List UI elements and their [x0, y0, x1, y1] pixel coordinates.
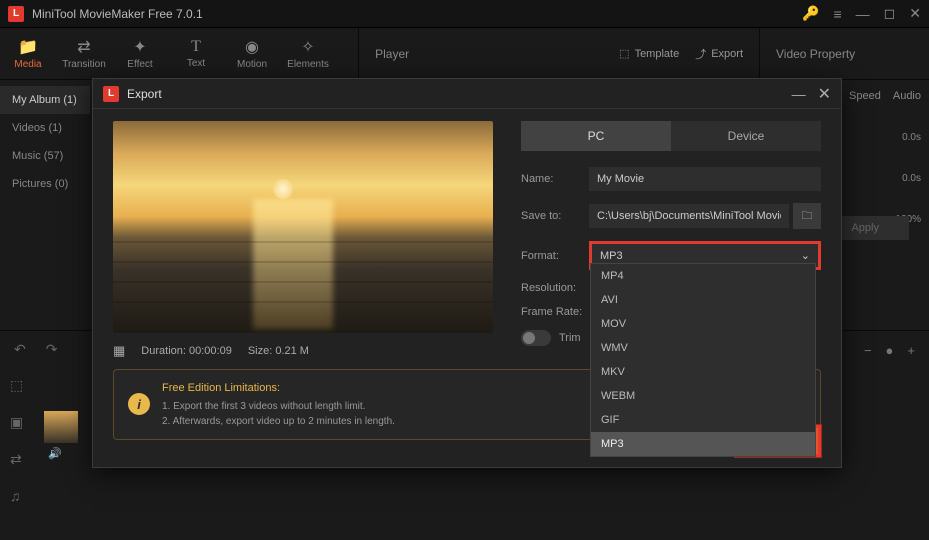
clip-audio-icon: 🔊 — [48, 447, 62, 460]
resolution-label: Resolution: — [521, 282, 589, 294]
tool-text[interactable]: T Text — [168, 28, 224, 79]
toolbar-export-button[interactable]: ⤴Export — [695, 46, 743, 62]
layer-icon[interactable]: ⬚ — [10, 377, 23, 394]
preview-thumbnail — [113, 121, 493, 333]
zoom-in-icon[interactable]: + — [907, 343, 915, 358]
format-option-mp3[interactable]: MP3 — [591, 432, 815, 456]
folder-icon: 📁 — [18, 37, 38, 57]
video-property-label: Video Property — [759, 28, 929, 79]
export-tab-device[interactable]: Device — [671, 121, 821, 151]
dialog-title: Export — [127, 87, 792, 101]
dialog-logo-icon: L — [103, 86, 119, 102]
app-logo-icon: L — [8, 6, 24, 22]
size-text: Size: 0.21 M — [248, 345, 309, 357]
transition-icon: ⇄ — [77, 37, 90, 57]
key-icon[interactable]: 🔑 — [802, 5, 819, 22]
tool-transition[interactable]: ⇄ Transition — [56, 28, 112, 79]
app-title: MiniTool MovieMaker Free 7.0.1 — [32, 7, 802, 21]
format-option-mkv[interactable]: MKV — [591, 360, 815, 384]
elements-icon: ✧ — [301, 37, 314, 57]
swap-icon[interactable]: ⇄ — [10, 451, 23, 468]
title-bar: L MiniTool MovieMaker Free 7.0.1 🔑 ≡ — ◻… — [0, 0, 929, 28]
info-icon: i — [128, 393, 150, 415]
dialog-close-icon[interactable]: ✕ — [818, 84, 831, 104]
format-option-mp4[interactable]: MP4 — [591, 264, 815, 288]
trim-label: Trim — [559, 332, 581, 344]
motion-icon: ◉ — [245, 37, 259, 57]
tool-media[interactable]: 📁 Media — [0, 28, 56, 79]
saveto-input[interactable] — [589, 204, 789, 228]
tab-audio[interactable]: Audio — [893, 90, 921, 102]
film-icon: ▦ — [113, 343, 125, 359]
format-option-gif[interactable]: GIF — [591, 408, 815, 432]
format-option-webm[interactable]: WEBM — [591, 384, 815, 408]
duration-text: Duration: 00:00:09 — [141, 345, 232, 357]
folder-open-icon: 🗀 — [802, 207, 813, 226]
undo-icon[interactable]: ↶ — [14, 341, 26, 358]
tool-elements[interactable]: ✧ Elements — [280, 28, 336, 79]
tool-motion[interactable]: ◉ Motion — [224, 28, 280, 79]
main-toolbar: 📁 Media ⇄ Transition ✦ Effect T Text ◉ M… — [0, 28, 929, 80]
sidebar-item-pictures[interactable]: Pictures (0) — [0, 170, 90, 198]
framerate-label: Frame Rate: — [521, 306, 589, 318]
template-icon: ⬚ — [619, 47, 629, 60]
format-label: Format: — [521, 250, 589, 262]
minimize-icon[interactable]: — — [856, 6, 870, 22]
format-dropdown-list: MP4 AVI MOV WMV MKV WEBM GIF MP3 — [590, 263, 816, 457]
video-track-icon[interactable]: ▣ — [10, 414, 23, 431]
close-icon[interactable]: ✕ — [909, 5, 921, 22]
sidebar-item-myalbum[interactable]: My Album (1) — [0, 86, 90, 114]
chevron-down-icon: ⌄ — [801, 249, 810, 262]
trim-toggle[interactable] — [521, 330, 551, 346]
player-label: Player — [375, 47, 409, 61]
format-option-wmv[interactable]: WMV — [591, 336, 815, 360]
zoom-out-icon[interactable]: − — [864, 343, 872, 358]
format-option-mov[interactable]: MOV — [591, 312, 815, 336]
timeline-clip[interactable] — [44, 411, 78, 443]
saveto-label: Save to: — [521, 210, 589, 222]
template-button[interactable]: ⬚Template — [619, 47, 679, 60]
name-label: Name: — [521, 173, 589, 185]
audio-track-icon[interactable]: ♫ — [10, 488, 23, 504]
sidebar-item-music[interactable]: Music (57) — [0, 142, 90, 170]
tab-speed[interactable]: Speed — [849, 90, 881, 102]
maximize-icon[interactable]: ◻ — [884, 5, 896, 22]
redo-icon[interactable]: ↷ — [46, 341, 58, 358]
text-icon: T — [191, 38, 201, 56]
dialog-minimize-icon[interactable]: — — [792, 86, 806, 102]
export-tab-pc[interactable]: PC — [521, 121, 671, 151]
sidebar-item-videos[interactable]: Videos (1) — [0, 114, 90, 142]
prop-value-1: 0.0s — [902, 132, 921, 143]
export-icon: ⤴ — [695, 46, 706, 62]
zoom-slider-dot[interactable]: ● — [886, 343, 894, 358]
menu-icon[interactable]: ≡ — [833, 6, 841, 22]
format-value: MP3 — [600, 250, 623, 262]
browse-button[interactable]: 🗀 — [793, 203, 821, 229]
tool-effect[interactable]: ✦ Effect — [112, 28, 168, 79]
prop-value-2: 0.0s — [902, 173, 921, 184]
effect-icon: ✦ — [133, 37, 146, 57]
format-option-avi[interactable]: AVI — [591, 288, 815, 312]
export-dialog: L Export — ✕ ▦ Duration: 00:00:09 Size: … — [92, 78, 842, 468]
property-panel: Speed Audio 0.0s 0.0s 100% — [839, 80, 929, 235]
name-input[interactable] — [589, 167, 821, 191]
